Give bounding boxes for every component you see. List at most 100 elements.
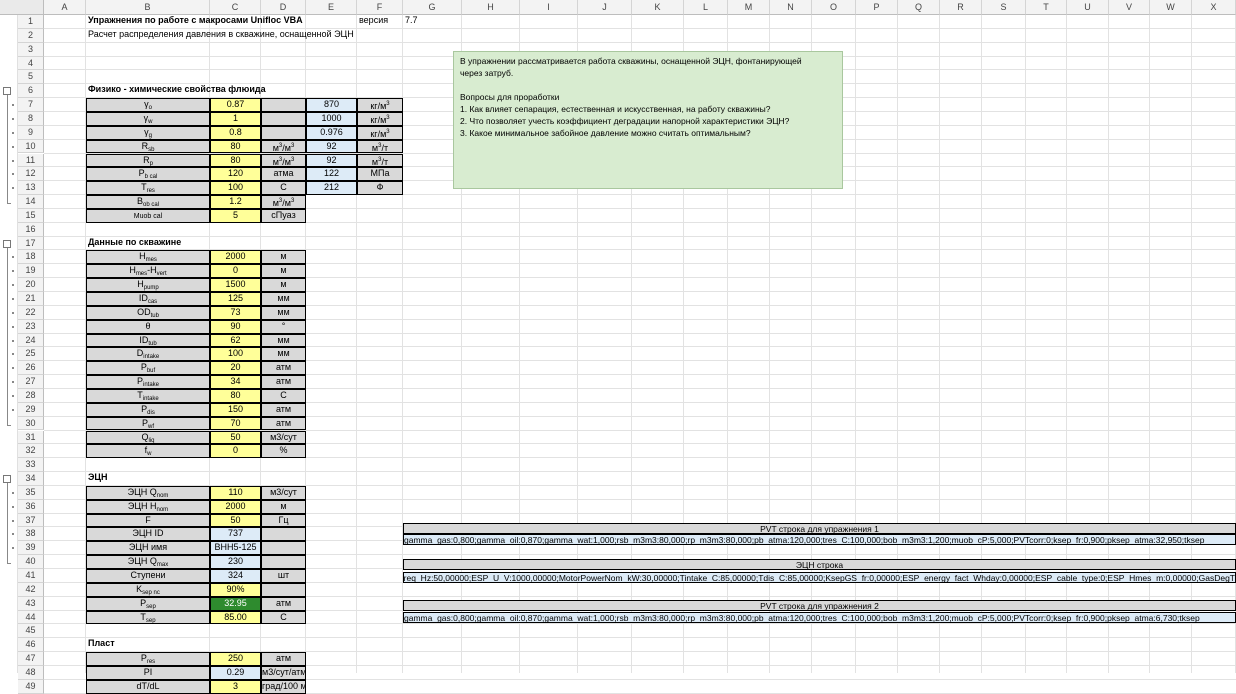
esp-param-unit[interactable] [261,541,306,556]
exercise-note-box[interactable]: В упражнении рассматривается работа сква… [453,51,843,189]
row-header[interactable]: 15 [18,208,44,223]
row-header[interactable]: 40 [18,555,44,569]
fluid-param-unit[interactable]: С [261,181,306,196]
pvt-string-1-title[interactable]: PVT строка для упражнения 1 [403,523,1236,534]
fluid-param-label[interactable]: γw [86,111,210,126]
row-header[interactable]: 42 [18,582,44,597]
well-param-unit[interactable]: атм [261,416,306,431]
fluid-param-unit[interactable]: атма [261,167,306,182]
esp-param-label[interactable]: ЭЦН ID [86,527,210,542]
row-header[interactable]: 6 [18,84,44,99]
row-header[interactable]: 28 [18,388,44,403]
fluid-param-value[interactable]: 0.8 [210,125,261,140]
fluid-param-converted[interactable]: 870 [306,98,357,112]
well-param-unit[interactable]: мм [261,347,306,362]
row-header[interactable]: 21 [18,292,44,306]
row-header[interactable]: 37 [18,513,44,528]
row-header[interactable]: 5 [18,70,44,85]
row-header[interactable]: 24 [18,333,44,348]
fluid-param-converted-unit[interactable]: м3/т [357,153,403,168]
esp-param-value[interactable]: 110 [210,485,261,500]
esp-param-unit[interactable]: м3/сут [261,485,306,500]
well-param-unit[interactable]: ° [261,319,306,334]
row-header[interactable]: 18 [18,250,44,265]
version-value[interactable]: 7.7 [403,15,462,29]
column-header-q[interactable]: Q [898,0,940,15]
row-header[interactable]: 17 [18,236,44,251]
well-param-value[interactable]: 100 [210,347,261,362]
well-param-unit[interactable]: С [261,388,306,403]
well-param-value[interactable]: 34 [210,375,261,389]
well-param-label[interactable]: Hmes-Hvert [86,264,210,279]
column-header-m[interactable]: M [728,0,770,15]
well-param-value[interactable]: 90 [210,319,261,334]
reservoir-param-value[interactable]: 250 [210,652,261,666]
esp-param-label[interactable]: ЭЦН Qnom [86,485,210,500]
fluid-param-value[interactable]: 80 [210,139,261,154]
esp-param-unit[interactable] [261,582,306,597]
esp-param-label[interactable]: Ступени [86,569,210,583]
row-header[interactable]: 3 [18,42,44,57]
reservoir-param-value[interactable]: 3 [210,679,261,694]
esp-param-value[interactable]: ВНН5-125 [210,541,261,556]
row-header[interactable]: 45 [18,624,44,639]
column-header-c[interactable]: C [210,0,261,15]
esp-param-value[interactable]: 90% [210,582,261,597]
well-param-label[interactable]: fw [86,444,210,459]
row-header[interactable]: 36 [18,499,44,514]
well-param-value[interactable]: 150 [210,402,261,417]
fluid-param-value[interactable]: 5 [210,208,261,223]
well-param-label[interactable]: Pdis [86,402,210,417]
fluid-param-value[interactable]: 100 [210,181,261,196]
column-header-u[interactable]: U [1067,0,1109,15]
reservoir-param-unit[interactable]: атм [261,652,306,666]
esp-param-unit[interactable]: шт [261,569,306,583]
esp-param-label[interactable]: ЭЦН Hnom [86,499,210,514]
row-header[interactable]: 44 [18,610,44,625]
fluid-param-value[interactable]: 0.87 [210,98,261,112]
section-title-fluid[interactable]: Физико - химические свойства флюида [86,84,403,98]
well-param-value[interactable]: 70 [210,416,261,431]
row-header[interactable]: 39 [18,541,44,556]
well-param-unit[interactable]: атм [261,375,306,389]
row-header[interactable]: 34 [18,472,44,486]
column-header-x[interactable]: X [1192,0,1236,15]
esp-param-value[interactable]: 2000 [210,499,261,514]
well-param-label[interactable]: Pbuf [86,361,210,376]
column-header-j[interactable]: J [578,0,632,15]
fluid-param-label[interactable]: γg [86,125,210,140]
row-header[interactable]: 33 [18,458,44,473]
section-title-reservoir[interactable]: Пласт [86,638,210,652]
pvt-string-1-value[interactable]: gamma_gas:0,800;gamma_oil:0,870;gamma_wa… [403,534,1236,545]
collapse-group-button[interactable] [3,239,11,248]
collapse-group-button[interactable] [3,475,11,484]
esp-string-title[interactable]: ЭЦН строка [403,559,1236,570]
esp-param-value[interactable]: 50 [210,513,261,528]
select-all-corner[interactable] [0,0,44,15]
well-param-label[interactable]: IDcas [86,292,210,306]
column-header-v[interactable]: V [1109,0,1150,15]
esp-param-label[interactable]: F [86,513,210,528]
esp-param-label[interactable]: Ksep nc [86,582,210,597]
fluid-param-label[interactable]: Rp [86,153,210,168]
esp-param-unit[interactable] [261,527,306,542]
column-header-k[interactable]: K [632,0,684,15]
well-param-label[interactable]: Pwf [86,416,210,431]
fluid-param-value[interactable]: 120 [210,167,261,182]
row-header[interactable]: 47 [18,652,44,666]
esp-param-unit[interactable]: Гц [261,513,306,528]
fluid-param-label[interactable]: Tres [86,181,210,196]
column-header-n[interactable]: N [770,0,812,15]
esp-param-label[interactable]: ЭЦН Qmax [86,555,210,569]
spreadsheet[interactable]: ABCDEFGHIJKLMNOPQRSTUVWX 1 2 3 4 5 6 7 8 9 10 11 12… [0,0,1236,694]
row-header[interactable]: 38 [18,527,44,542]
esp-param-unit[interactable]: С [261,610,306,625]
row-header[interactable]: 27 [18,375,44,389]
column-header-i[interactable]: I [520,0,578,15]
fluid-param-label[interactable]: Rsb [86,139,210,154]
column-header-f[interactable]: F [357,0,403,15]
well-param-value[interactable]: 2000 [210,250,261,265]
row-header[interactable]: 13 [18,181,44,196]
well-param-unit[interactable]: % [261,444,306,459]
row-header[interactable]: 4 [18,56,44,71]
